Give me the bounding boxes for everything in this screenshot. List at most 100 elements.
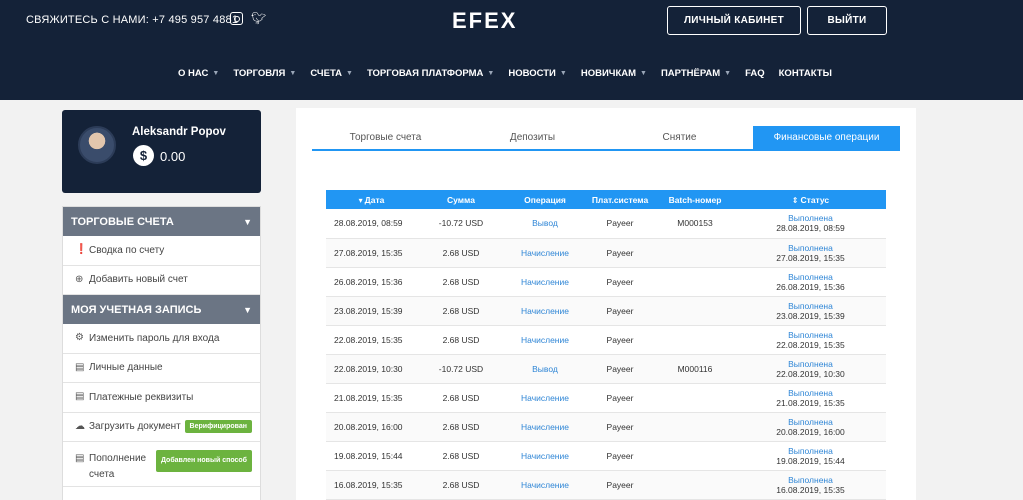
gears-icon: ⚙ (75, 332, 84, 344)
instagram-icon[interactable] (230, 12, 243, 25)
nav-item-trading[interactable]: ТОРГОВЛЯ ▼ (233, 68, 296, 79)
cell-amount: -10.72 USD (417, 354, 505, 384)
nav-item-about[interactable]: О НАС ▼ (178, 68, 219, 79)
operation-link[interactable]: Начисление (521, 393, 569, 403)
operation-link[interactable]: Начисление (521, 335, 569, 345)
table-row: 16.08.2019, 15:35 2.68 USD Начисление Payee… (326, 470, 886, 500)
status-label: Выполнена (788, 474, 833, 485)
plus-circle-icon: ⊕ (75, 273, 84, 285)
operation-link[interactable]: Вывод (532, 218, 558, 228)
status-label: Выполнена (788, 445, 833, 456)
nav-item-beginners[interactable]: НОВИЧКАМ ▼ (581, 68, 647, 79)
nav-item-contacts[interactable]: КОНТАКТЫ (779, 68, 832, 79)
nav-item-partners[interactable]: ПАРТНЁРАМ ▼ (661, 68, 731, 79)
id-card-icon: ▤ (75, 361, 85, 373)
chevron-down-icon: ▼ (724, 70, 732, 77)
cell-payment-system: Payeer (585, 441, 655, 471)
id-card-icon: ▤ (75, 391, 85, 403)
nav-label: FAQ (745, 68, 765, 79)
chevron-down-icon: ▼ (243, 216, 252, 227)
cell-amount: 2.68 USD (417, 441, 505, 471)
operation-link[interactable]: Начисление (521, 306, 569, 316)
verified-badge: Верифицирован (184, 420, 252, 434)
nav-label: НОВИЧКАМ (580, 68, 637, 79)
table-row: 23.08.2019, 15:39 2.68 USD Начисление Payee… (326, 296, 886, 326)
cell-payment-system: Payeer (585, 383, 655, 413)
chevron-down-icon: ▼ (487, 70, 495, 77)
chevron-down-icon: ▼ (243, 304, 252, 315)
personal-cabinet-button[interactable]: ЛИЧНЫЙ КАБИНЕТ (667, 6, 801, 35)
nav-item-news[interactable]: НОВОСТИ ▼ (508, 68, 566, 79)
nav-item-platform[interactable]: ТОРГОВАЯ ПЛАТФОРМА ▼ (367, 68, 494, 79)
tab-trading-accounts[interactable]: Торговые счета (312, 126, 459, 149)
cell-batch (655, 238, 735, 268)
cell-status: Выполнена 16.08.2019, 15:35 (735, 470, 886, 500)
cell-operation: Начисление (505, 296, 585, 326)
column-header-operation: Операция (505, 190, 585, 209)
cell-amount: 2.68 USD (417, 412, 505, 442)
status-label: Выполнена (788, 242, 833, 253)
operation-link[interactable]: Начисление (521, 480, 569, 490)
status-label: Выполнена (788, 358, 833, 369)
column-header-date[interactable]: Дата (326, 190, 417, 209)
cell-payment-system: Payeer (585, 470, 655, 500)
operation-link[interactable]: Начисление (521, 248, 569, 258)
column-header-amount: Сумма (417, 190, 505, 209)
column-header-status[interactable]: Статус (735, 190, 886, 209)
chevron-down-icon: ▼ (559, 70, 567, 77)
cell-amount: 2.68 USD (417, 267, 505, 297)
sidebar-item-personal-data[interactable]: ▤ Личные данные (63, 354, 260, 383)
operation-link[interactable]: Начисление (521, 451, 569, 461)
tab-deposits[interactable]: Депозиты (459, 126, 606, 149)
sidebar-section-my-account[interactable]: МОЯ УЧЕТНАЯ ЗАПИСЬ ▼ (63, 295, 260, 324)
twitter-icon[interactable]: 🐦︎ (251, 12, 266, 25)
sidebar-item-label: Сводка по счету (89, 244, 165, 256)
logout-button[interactable]: ВЫЙТИ (807, 6, 887, 35)
cell-amount: 2.68 USD (417, 470, 505, 500)
nav-item-faq[interactable]: FAQ (745, 68, 765, 79)
sidebar-item-add-account[interactable]: ⊕ Добавить новый счет (63, 266, 260, 295)
table-row: 22.08.2019, 10:30 -10.72 USD Вывод Payeer M0… (326, 354, 886, 384)
sidebar-item-more[interactable] (63, 487, 260, 500)
cell-batch (655, 267, 735, 297)
tab-bar: Торговые счета Депозиты Снятие Финансовы… (312, 126, 900, 151)
cell-operation: Вывод (505, 354, 585, 384)
sidebar-item-account-summary[interactable]: ❗ Сводка по счету (63, 236, 260, 266)
table-row: 19.08.2019, 15:44 2.68 USD Начисление Payee… (326, 441, 886, 471)
cloud-upload-icon: ☁ (75, 420, 85, 432)
cell-status: Выполнена 21.08.2019, 15:35 (735, 383, 886, 413)
sidebar-item-change-password[interactable]: ⚙ Изменить пароль для входа (63, 324, 260, 354)
cell-payment-system: Payeer (585, 238, 655, 268)
cell-batch (655, 325, 735, 355)
new-method-badge: Добавлен новый способ (155, 450, 252, 472)
tab-financial-operations[interactable]: Финансовые операции (753, 126, 900, 149)
table-row: 22.08.2019, 15:35 2.68 USD Начисление Payee… (326, 325, 886, 355)
cell-date: 27.08.2019, 15:35 (326, 238, 417, 268)
cell-status: Выполнена 19.08.2019, 15:44 (735, 441, 886, 471)
cell-status: Выполнена 26.08.2019, 15:36 (735, 267, 886, 297)
id-card-icon: ▤ (75, 453, 85, 464)
operation-link[interactable]: Вывод (532, 364, 558, 374)
sidebar-item-payment-details[interactable]: ▤ Платежные реквизиты (63, 383, 260, 413)
status-label: Выполнена (788, 387, 833, 398)
cell-operation: Начисление (505, 441, 585, 471)
operation-link[interactable]: Начисление (521, 422, 569, 432)
tab-withdrawal[interactable]: Снятие (606, 126, 753, 149)
cell-batch (655, 412, 735, 442)
operation-link[interactable]: Начисление (521, 277, 569, 287)
cell-date: 20.08.2019, 16:00 (326, 412, 417, 442)
chevron-down-icon: ▼ (346, 70, 353, 77)
sidebar-item-upload-document[interactable]: ☁ Загрузить документ Верифицирован (63, 413, 260, 442)
main-panel: Торговые счета Депозиты Снятие Финансовы… (296, 108, 916, 500)
sidebar-item-label: Добавить новый счет (89, 274, 188, 286)
cell-status: Выполнена 22.08.2019, 15:35 (735, 325, 886, 355)
sidebar-section-trading-accounts[interactable]: ТОРГОВЫЕ СЧЕТА ▼ (63, 207, 260, 236)
user-name: Aleksandr Popov (132, 126, 226, 138)
site-logo[interactable]: EFEX (452, 8, 517, 34)
cell-operation: Начисление (505, 238, 585, 268)
nav-item-accounts[interactable]: СЧЕТА ▼ (310, 68, 353, 79)
status-date: 26.08.2019, 15:36 (776, 281, 845, 292)
sidebar-item-deposit[interactable]: ▤ Пополнение счета Добавлен новый способ (63, 442, 260, 487)
status-date: 27.08.2019, 15:35 (776, 252, 845, 263)
table-body: 28.08.2019, 08:59 -10.72 USD Вывод Payeer M0… (326, 209, 886, 500)
